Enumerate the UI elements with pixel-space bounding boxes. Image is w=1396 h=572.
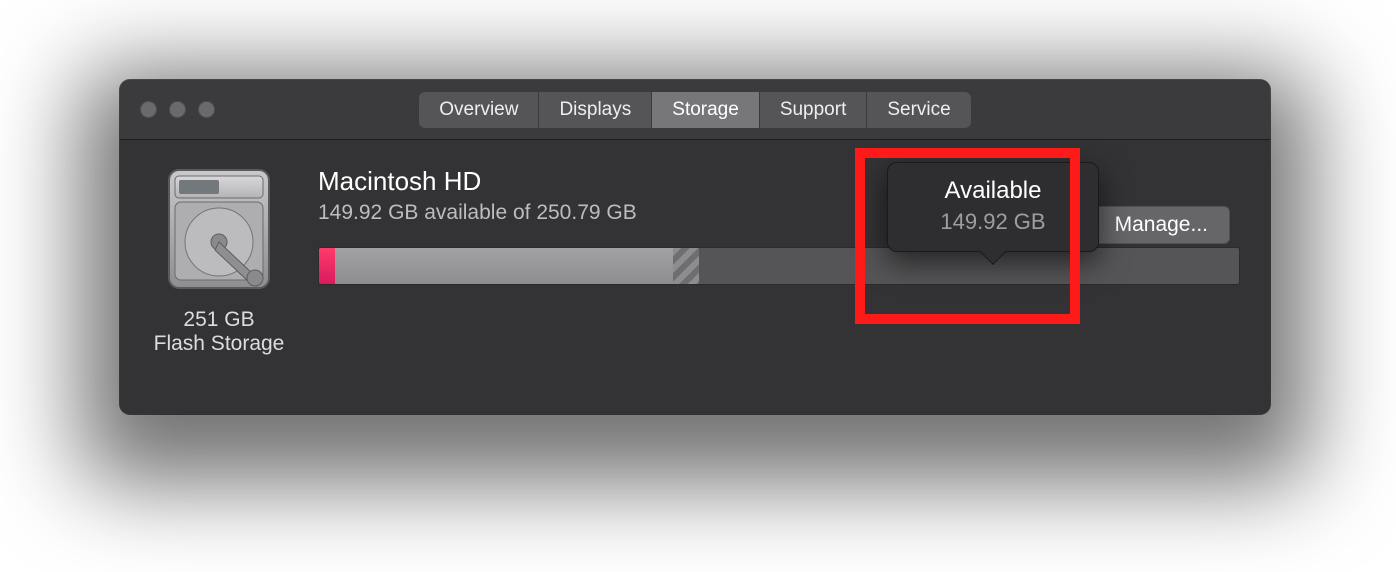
drive-summary: 251 GB Flash Storage <box>150 164 288 356</box>
volume-details: Macintosh HD 149.92 GB available of 250.… <box>318 164 1240 356</box>
storage-segment-system <box>319 248 335 284</box>
window-titlebar: Overview Displays Storage Support Servic… <box>120 80 1270 140</box>
tab-overview[interactable]: Overview <box>419 92 539 128</box>
tab-service[interactable]: Service <box>867 92 970 128</box>
manage-storage-button[interactable]: Manage... <box>1093 206 1230 244</box>
internal-drive-icon <box>155 164 283 294</box>
storage-segment-other <box>335 248 673 284</box>
storage-segment-purgeable <box>673 248 699 284</box>
drive-type-label: Flash Storage <box>154 332 285 356</box>
about-this-mac-window: Overview Displays Storage Support Servic… <box>120 80 1270 414</box>
tab-displays[interactable]: Displays <box>539 92 652 128</box>
available-space-popover: Available 149.92 GB <box>887 162 1099 252</box>
drive-capacity-label: 251 GB <box>183 308 254 332</box>
volume-name: Macintosh HD <box>318 166 1240 197</box>
tab-storage[interactable]: Storage <box>652 92 760 128</box>
popover-title: Available <box>898 177 1088 205</box>
tab-support[interactable]: Support <box>760 92 868 128</box>
storage-usage-bar[interactable] <box>318 247 1240 285</box>
tab-bar: Overview Displays Storage Support Servic… <box>120 92 1270 128</box>
popover-value: 149.92 GB <box>898 209 1088 235</box>
